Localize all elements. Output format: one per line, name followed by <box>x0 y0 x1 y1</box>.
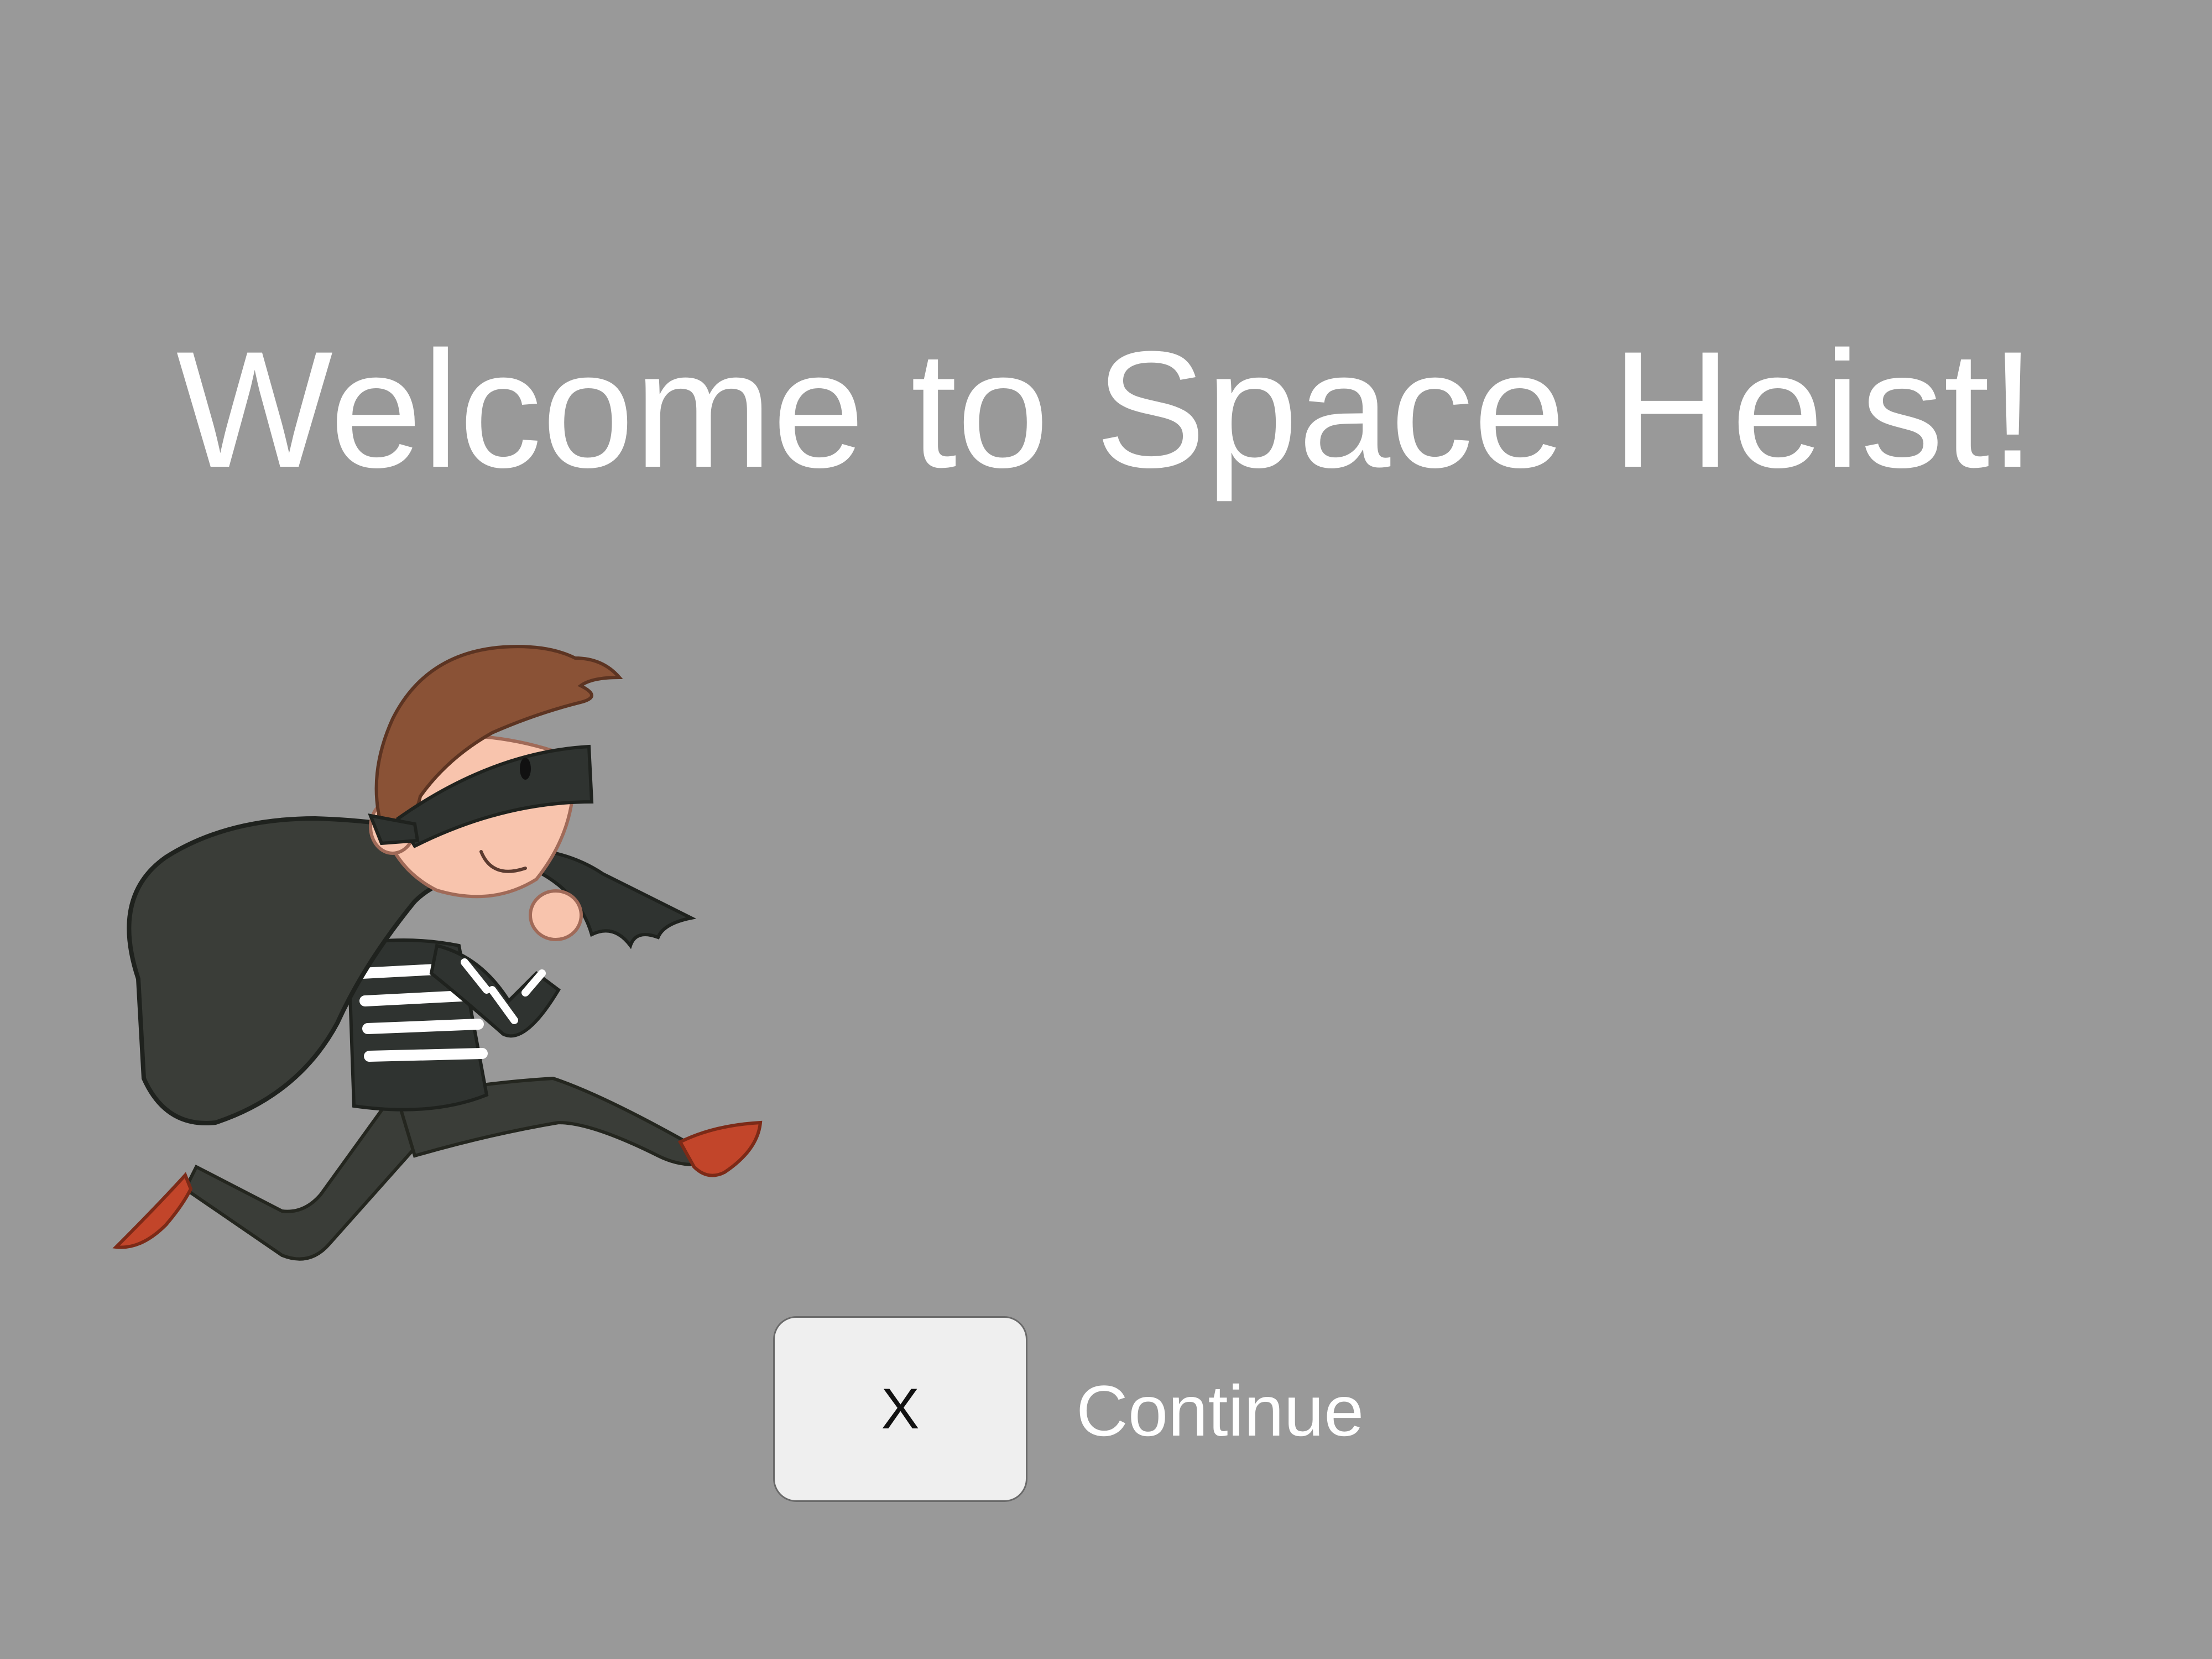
thief-front-shoe <box>677 1120 763 1177</box>
thief-back-shoe <box>112 1172 193 1249</box>
thief-illustration <box>112 645 763 1261</box>
thief-eye <box>520 758 531 780</box>
thief-hand <box>529 889 583 941</box>
continue-key-button[interactable]: X <box>773 1316 1027 1502</box>
welcome-title: Welcome to Space Heist! <box>176 316 2036 502</box>
continue-label: Continue <box>1076 1370 1364 1451</box>
